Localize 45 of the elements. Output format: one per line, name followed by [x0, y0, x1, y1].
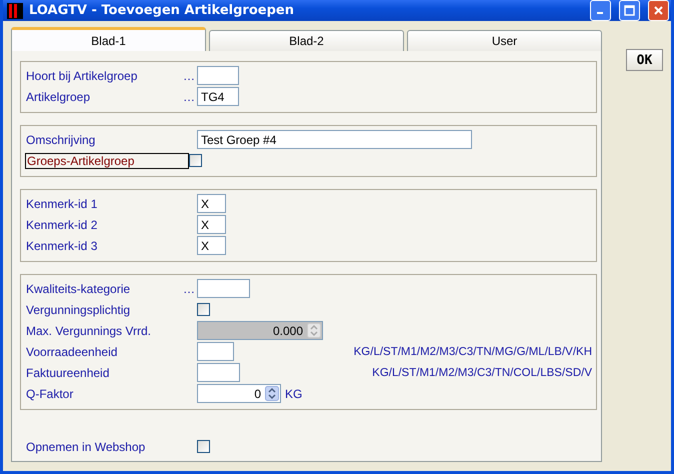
- text-field[interactable]: [197, 342, 234, 361]
- unit-label: KG: [285, 386, 302, 400]
- lookup-dots[interactable]: …: [179, 90, 195, 104]
- field-label: Max. Vergunnings Vrrd.: [25, 324, 152, 338]
- field-label: Faktuureenheid: [25, 366, 110, 380]
- field-label: Kenmerk-id 3: [25, 238, 98, 252]
- ok-button[interactable]: OK: [626, 49, 663, 71]
- spin-field[interactable]: 0: [197, 384, 281, 403]
- checkbox[interactable]: [197, 303, 210, 316]
- text-field[interactable]: X: [197, 236, 226, 255]
- text-field[interactable]: [197, 66, 239, 85]
- minimize-button[interactable]: [590, 0, 611, 21]
- spin-arrows-icon[interactable]: [265, 386, 279, 401]
- lookup-dots[interactable]: …: [179, 68, 195, 82]
- field-label: Artikelgroep: [25, 90, 92, 104]
- checkbox[interactable]: [197, 440, 210, 453]
- field-label: Q-Faktor: [25, 386, 74, 400]
- app-icon: [7, 2, 23, 18]
- field-label: Kenmerk-id 1: [25, 196, 98, 210]
- field-label: Groeps-Artikelgroep: [25, 152, 189, 168]
- field-label: Voorraadeenheid: [25, 344, 118, 358]
- checkbox[interactable]: [189, 154, 202, 167]
- close-button[interactable]: [648, 0, 669, 21]
- text-field[interactable]: Test Groep #4: [197, 130, 472, 149]
- field-label: Hoort bij Artikelgroep: [25, 68, 138, 82]
- tab[interactable]: User: [407, 30, 602, 51]
- field-label: Opnemen in Webshop: [25, 440, 146, 454]
- field-label: Omschrijving: [25, 132, 96, 146]
- unit-hint: KG/L/ST/M1/M2/M3/C3/TN/MG/G/ML/LB/V/KH: [354, 346, 592, 358]
- close-icon: [653, 5, 664, 16]
- field-label: Kenmerk-id 2: [25, 218, 98, 232]
- tab[interactable]: Blad-2: [209, 30, 404, 51]
- tab[interactable]: Blad-1: [11, 27, 206, 51]
- text-field[interactable]: [197, 279, 250, 298]
- window-title: LOAGTV - Toevoegen Artikelgroepen: [29, 3, 295, 18]
- text-field[interactable]: X: [197, 215, 226, 234]
- unit-hint: KG/L/ST/M1/M2/M3/C3/TN/COL/LBS/SD/V: [372, 366, 592, 378]
- field-label: Kwaliteits-kategorie: [25, 282, 132, 296]
- text-field[interactable]: X: [197, 194, 226, 213]
- text-field[interactable]: [197, 363, 240, 382]
- maximize-icon: [624, 5, 635, 16]
- lookup-dots[interactable]: …: [179, 282, 195, 296]
- field-label: Vergunningsplichtig: [25, 302, 132, 316]
- maximize-button[interactable]: [619, 0, 640, 21]
- text-field[interactable]: TG4: [197, 87, 239, 106]
